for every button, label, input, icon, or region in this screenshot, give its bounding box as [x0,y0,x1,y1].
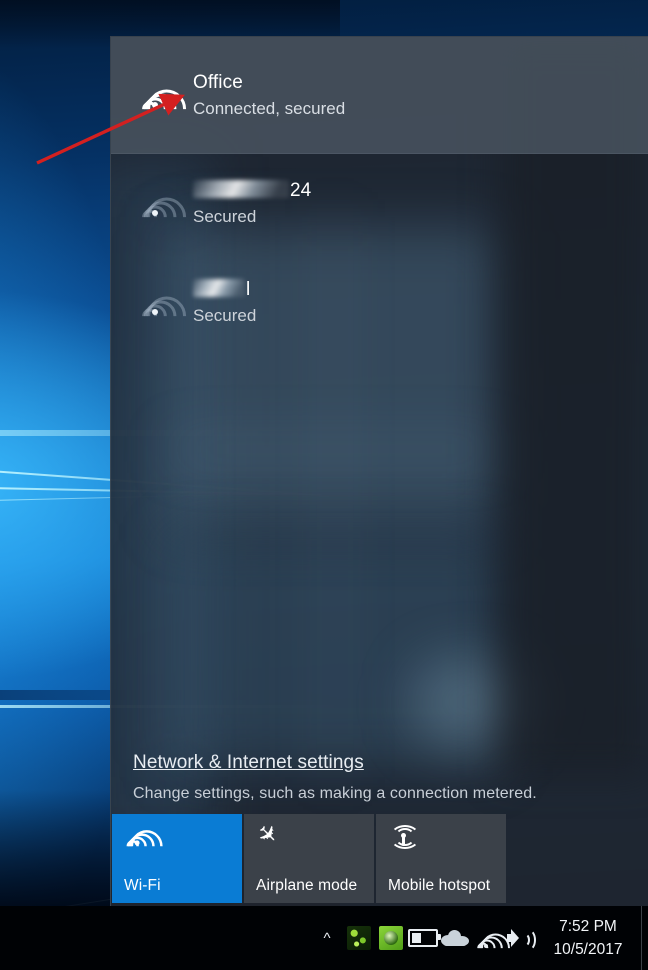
battery-icon [408,929,441,947]
tile-label: Airplane mode [256,877,358,894]
tray-app-icon-2[interactable] [375,915,407,961]
tile-label: Mobile hotspot [388,877,491,894]
show-hidden-icons-button[interactable]: ^ [311,915,343,961]
battery-button[interactable] [407,915,441,961]
network-button[interactable] [471,915,517,969]
tile-airplane-mode[interactable]: ✈ Airplane mode [244,814,374,903]
volume-speaker-icon [506,928,536,951]
settings-section: Network & Internet settings Change setti… [111,752,648,803]
tile-mobile-hotspot[interactable]: Mobile hotspot [376,814,506,903]
network-list: Office Connected, secured 24 Secured l S… [111,37,648,352]
network-name: l [193,278,250,302]
wifi-icon [124,823,232,869]
network-status: Connected, secured [193,98,346,118]
wifi-icon [133,189,195,245]
taskbar: ^ 7:52 PM 10/5/2017 [0,906,648,970]
network-item-redacted-1[interactable]: 24 Secured [111,154,648,253]
system-tray: ^ [311,915,539,969]
airplane-icon: ✈ [250,818,284,852]
clock[interactable]: 7:52 PM 10/5/2017 [539,915,641,961]
settings-description: Change settings, such as making a connec… [133,785,537,802]
app-green-icon-2 [379,926,403,950]
network-item-redacted-2[interactable]: l Secured [111,253,648,352]
network-status: Secured [193,306,257,325]
wifi-icon [133,288,195,344]
quick-action-tiles: Wi-Fi ✈ Airplane mode Mobile hotspot [112,814,506,903]
network-name: 24 [193,179,311,203]
network-status: Secured [193,207,257,226]
network-item-office[interactable]: Office Connected, secured [111,37,648,154]
tile-wifi[interactable]: Wi-Fi [112,814,242,903]
wifi-icon [133,80,195,137]
show-desktop-button[interactable] [641,906,648,970]
tray-app-icon-1[interactable] [343,915,375,961]
clock-time: 7:52 PM [559,918,617,935]
network-name: Office [193,71,243,93]
onedrive-cloud-icon [441,930,469,946]
chevron-up-icon: ^ [323,929,331,947]
wifi-icon [475,926,517,969]
app-green-icon-1 [347,926,371,950]
onedrive-button[interactable] [439,915,471,961]
clock-date: 10/5/2017 [553,941,623,958]
network-internet-settings-link[interactable]: Network & Internet settings [133,752,364,774]
tile-label: Wi-Fi [124,877,161,894]
hotspot-icon [388,824,496,854]
wifi-flyout-panel: Office Connected, secured 24 Secured l S… [110,36,648,907]
